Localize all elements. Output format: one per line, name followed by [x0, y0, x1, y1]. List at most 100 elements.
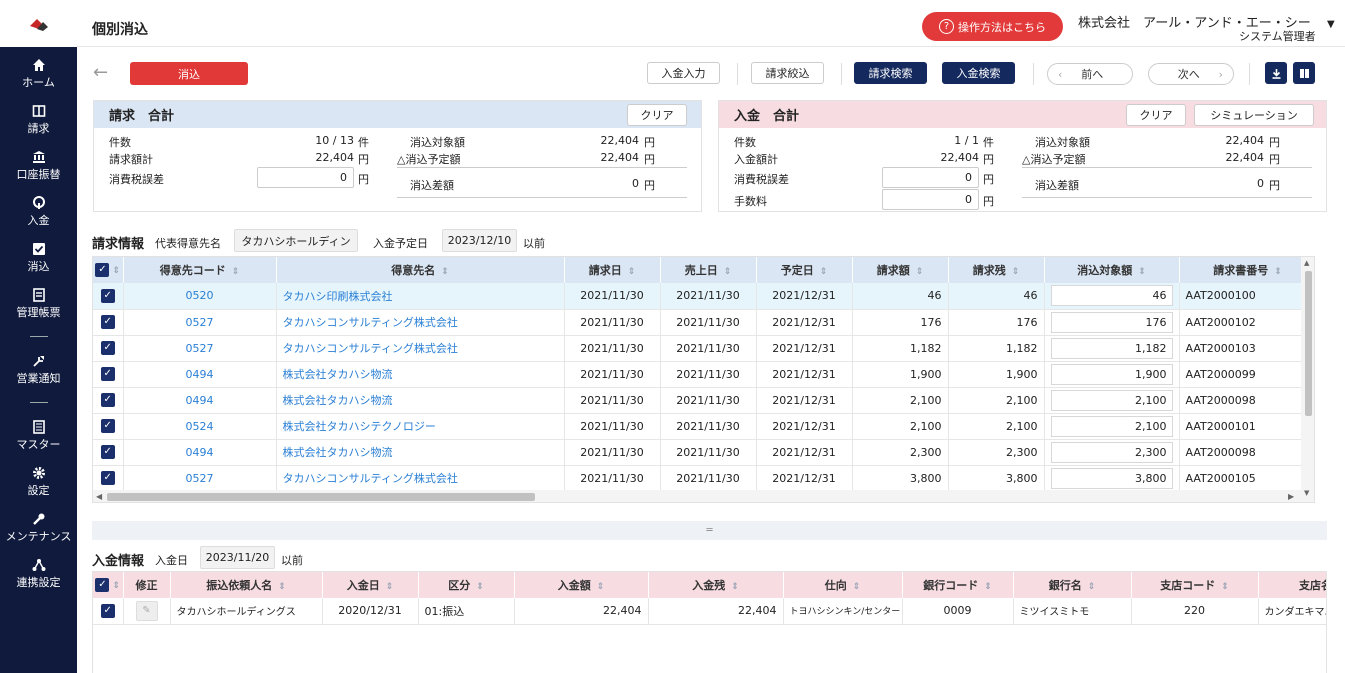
row-checkbox[interactable]: ✓: [93, 283, 124, 310]
next-button[interactable]: 次へ ›: [1148, 63, 1234, 85]
column-header[interactable]: 仕向 ⇕: [783, 572, 903, 598]
target-amount-value[interactable]: 176: [1050, 311, 1173, 333]
row-checkbox[interactable]: ✓: [93, 413, 124, 440]
target-amount-input[interactable]: 2,300: [1044, 439, 1180, 466]
customer-name-cell[interactable]: 株式会社タカハシテクノロジー: [276, 413, 565, 440]
column-header[interactable]: 入金額 ⇕: [514, 572, 649, 598]
column-header[interactable]: 消込対象額 ⇕: [1044, 257, 1180, 283]
target-amount-value[interactable]: 2,100: [1050, 415, 1173, 437]
target-amount-value[interactable]: 1,182: [1050, 337, 1173, 359]
scroll-up-icon[interactable]: ▲: [1304, 259, 1309, 267]
download-button[interactable]: [1265, 62, 1287, 84]
payment-input-button[interactable]: 入金入力: [647, 62, 720, 84]
edit-icon[interactable]: ✎: [135, 600, 158, 621]
target-amount-input[interactable]: 1,182: [1044, 335, 1180, 362]
vertical-scrollbar[interactable]: ▲ ▼: [1301, 257, 1314, 502]
billing-clear-button[interactable]: クリア: [627, 104, 687, 126]
select-all-checkbox[interactable]: ✓ ⇕: [93, 257, 124, 283]
sidebar-item-reconcile[interactable]: 消込: [0, 234, 77, 280]
column-header[interactable]: 請求書番号 ⇕: [1179, 257, 1314, 283]
row-checkbox[interactable]: ✓: [93, 598, 124, 625]
scroll-right-icon[interactable]: ▶: [1288, 492, 1294, 501]
sidebar-item-transfer[interactable]: 口座振替: [0, 142, 77, 188]
target-amount-input[interactable]: 2,100: [1044, 387, 1180, 414]
customer-name-cell[interactable]: タカハシコンサルティング株式会社: [276, 335, 565, 362]
sidebar-item-reports[interactable]: 管理帳票: [0, 280, 77, 326]
customer-name-cell[interactable]: タカハシコンサルティング株式会社: [276, 309, 565, 336]
layout-toggle-button[interactable]: [1293, 62, 1315, 84]
target-amount-input[interactable]: 176: [1044, 309, 1180, 336]
column-header[interactable]: 銀行コード ⇕: [902, 572, 1014, 598]
sidebar-item-home[interactable]: ホーム: [0, 50, 77, 96]
customer-code-cell[interactable]: 0527: [123, 309, 277, 336]
payment-search-button[interactable]: 入金検索: [942, 62, 1015, 84]
billing-search-button[interactable]: 請求検索: [854, 62, 927, 84]
billing-filter-button[interactable]: 請求絞込: [751, 62, 824, 84]
customer-code-cell[interactable]: 0494: [123, 439, 277, 466]
customer-code-cell[interactable]: 0527: [123, 465, 277, 492]
table-row[interactable]: ✓ 0494 株式会社タカハシ物流 2021/11/30 2021/11/30 2021/…: [93, 361, 1314, 388]
horizontal-scrollbar[interactable]: ◀ ▶: [93, 490, 1301, 502]
column-header[interactable]: 区分 ⇕: [418, 572, 515, 598]
target-amount-value[interactable]: 3,800: [1050, 467, 1173, 489]
column-header[interactable]: 得意先名 ⇕: [276, 257, 565, 283]
user-menu-caret-icon[interactable]: ▼: [1327, 19, 1335, 30]
sidebar-item-settings[interactable]: 設定: [0, 458, 77, 504]
customer-name-cell[interactable]: タカハシ印刷株式会社: [276, 283, 565, 310]
customer-name-cell[interactable]: 株式会社タカハシ物流: [276, 387, 565, 414]
target-amount-value[interactable]: 2,300: [1050, 441, 1173, 463]
customer-code-cell[interactable]: 0494: [123, 361, 277, 388]
target-amount-input[interactable]: 1,900: [1044, 361, 1180, 388]
back-arrow-icon[interactable]: ←: [93, 62, 108, 83]
target-amount-value[interactable]: 2,100: [1050, 389, 1173, 411]
column-header[interactable]: 請求額 ⇕: [852, 257, 949, 283]
scheduled-date-field[interactable]: 2023/12/10: [442, 229, 517, 252]
scrollbar-thumb[interactable]: [1305, 271, 1312, 416]
customer-name-cell[interactable]: 株式会社タカハシ物流: [276, 439, 565, 466]
row-checkbox[interactable]: ✓: [93, 439, 124, 466]
table-row[interactable]: ✓ ✎ タカハシホールディングス 2020/12/31 01:振込 22,404…: [93, 598, 1326, 625]
table-row[interactable]: ✓ 0524 株式会社タカハシテクノロジー 2021/11/30 2021/11/30 2…: [93, 413, 1314, 440]
sidebar-item-payment[interactable]: 入金: [0, 188, 77, 234]
target-amount-input[interactable]: 3,800: [1044, 465, 1180, 492]
column-header[interactable]: 銀行名 ⇕: [1013, 572, 1132, 598]
target-amount-input[interactable]: 46: [1044, 283, 1180, 310]
help-button[interactable]: ? 操作方法はこちら: [922, 12, 1063, 41]
select-all-checkbox[interactable]: ✓ ⇕: [93, 572, 124, 598]
prev-button[interactable]: ‹ 前へ: [1047, 63, 1133, 85]
scroll-down-icon[interactable]: ▼: [1304, 489, 1309, 497]
column-header[interactable]: 請求残 ⇕: [948, 257, 1045, 283]
reconcile-button[interactable]: 消込: [130, 62, 248, 85]
scrollbar-thumb[interactable]: [107, 493, 535, 501]
row-checkbox[interactable]: ✓: [93, 335, 124, 362]
sidebar-item-notify[interactable]: 営業通知: [0, 346, 77, 392]
table-row[interactable]: ✓ 0520 タカハシ印刷株式会社 2021/11/30 2021/11/30 2021/…: [93, 283, 1314, 310]
row-checkbox[interactable]: ✓: [93, 387, 124, 414]
row-checkbox[interactable]: ✓: [93, 361, 124, 388]
edit-cell[interactable]: ✎: [123, 598, 171, 625]
table-row[interactable]: ✓ 0494 株式会社タカハシ物流 2021/11/30 2021/11/30 2021/…: [93, 439, 1314, 466]
payment-date-field[interactable]: 2023/11/20: [200, 546, 275, 569]
column-header[interactable]: 予定日 ⇕: [756, 257, 853, 283]
column-header[interactable]: 入金残 ⇕: [648, 572, 784, 598]
table-row[interactable]: ✓0527タカハシコンサルティング株式会社2021/11/302021/11/3…: [93, 465, 1314, 492]
column-header[interactable]: 支店名: [1258, 572, 1326, 598]
sidebar-item-integration[interactable]: 連携設定: [0, 550, 77, 596]
target-amount-value[interactable]: 1,900: [1050, 363, 1173, 385]
column-header[interactable]: 売上日 ⇕: [660, 257, 757, 283]
target-amount-value[interactable]: 46: [1050, 285, 1173, 307]
customer-name-cell[interactable]: 株式会社タカハシ物流: [276, 361, 565, 388]
row-checkbox[interactable]: ✓: [93, 309, 124, 336]
rep-customer-field[interactable]: タカハシホールディン: [234, 229, 358, 252]
column-header[interactable]: 得意先コード ⇕: [123, 257, 277, 283]
customer-name-cell[interactable]: タカハシコンサルティング株式会社: [276, 465, 565, 492]
payment-tax-diff-input[interactable]: 0: [882, 167, 979, 188]
column-header[interactable]: 振込依頼人名 ⇕: [170, 572, 323, 598]
column-header[interactable]: 入金日 ⇕: [322, 572, 419, 598]
payment-clear-button[interactable]: クリア: [1126, 104, 1186, 126]
simulation-button[interactable]: シミュレーション: [1194, 104, 1314, 126]
row-checkbox[interactable]: ✓: [93, 465, 124, 492]
target-amount-input[interactable]: 2,100: [1044, 413, 1180, 440]
payment-fee-input[interactable]: 0: [882, 189, 979, 210]
sidebar-item-maintenance[interactable]: メンテナンス: [0, 504, 77, 550]
